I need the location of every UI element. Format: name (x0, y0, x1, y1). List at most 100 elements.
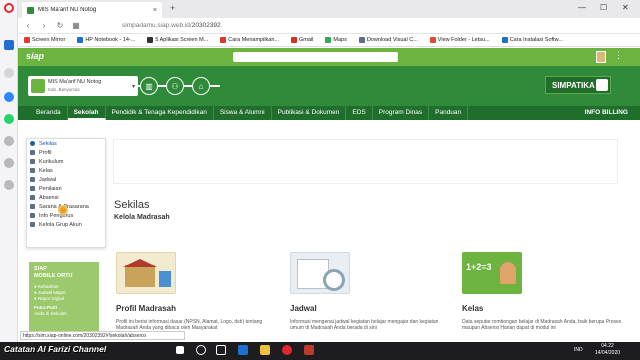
browser-tab[interactable]: MIS Ma'arif NU Notog × (22, 2, 162, 18)
dropdown-item[interactable]: Absensi (27, 193, 105, 202)
new-tab-icon[interactable]: + (170, 3, 175, 13)
dropdown-item-label: Kelas (39, 167, 53, 174)
close-window-icon[interactable]: ✕ (622, 3, 629, 12)
main-nav: Beranda Sekolah Pendidik & Tenaga Kependid… (18, 106, 640, 120)
reload-icon[interactable]: ↻ (56, 21, 64, 30)
simpatika-badge[interactable]: SIMPATIKA (545, 76, 611, 94)
dropdown-item-label: Info Pengurus (39, 212, 74, 219)
menu-item-icon (30, 186, 35, 191)
menu-item-icon (30, 222, 35, 227)
jadwal-card-title[interactable]: Jadwal (290, 304, 317, 313)
bookmark-item[interactable]: Cara Menampilkan... (220, 37, 279, 43)
language-indicator[interactable]: IND (574, 347, 583, 353)
bookmark-item[interactable]: Gmail (291, 37, 313, 43)
school-sub: Kab. Banyumas (48, 86, 80, 92)
bookmark-label: Cara Instalasi Softw... (509, 37, 563, 43)
nav-item[interactable]: Panduan (429, 106, 469, 120)
chart-icon[interactable]: ▥ (140, 77, 158, 95)
school-selector[interactable]: MIS Ma'arif NU Notog Kab. Banyumas ▾ (28, 76, 138, 96)
simpatika-label: SIMPATIKA (552, 80, 595, 90)
mobile-ortu-promo[interactable]: SIAP MOBILE ORTU ● Kehadiran ● Jadwal Map… (29, 262, 99, 332)
bookmark-item[interactable]: View Folder - Letsu... (429, 37, 490, 43)
jadwal-card-desc: Informasi mengenai jadwal kegiatan belaj… (290, 319, 439, 331)
nav-item[interactable]: EDS (346, 106, 373, 120)
bookmark-item[interactable]: Screen Mirror (24, 37, 65, 43)
chevron-down-icon: ▾ (131, 83, 135, 90)
bookmark-item[interactable]: Maps (325, 37, 347, 43)
whatsapp-icon[interactable] (4, 114, 14, 124)
school-icon (31, 79, 45, 93)
promo-item: ● Rapor Digital (34, 296, 99, 302)
history-icon[interactable] (4, 180, 14, 190)
grid-icon[interactable]: ▦ (72, 21, 80, 30)
profil-card-title[interactable]: Profil Madrasah (116, 304, 176, 313)
nav-item[interactable]: Beranda (30, 106, 68, 120)
jadwal-card-image[interactable] (290, 252, 350, 294)
bookmark-item[interactable]: 5 Aplikasi Screen M... (147, 37, 208, 43)
url-path: 20302392 (191, 22, 221, 29)
site-header: MIS Ma'arif NU Notog Kab. Banyumas ▾ ▥ ⚇… (18, 66, 640, 106)
dropdown-item[interactable]: Profil (27, 148, 105, 157)
dropdown-item[interactable]: Sekilas (27, 139, 105, 148)
app-taskbar-icon[interactable] (304, 345, 314, 355)
taskbar-clock[interactable]: 04.22 14/04/2020 (595, 343, 620, 357)
search-input[interactable] (233, 52, 398, 62)
bookmark-item[interactable]: Cara Instalasi Softw... (501, 37, 563, 43)
promo-list: ● Kehadiran ● Jadwal Mapel ● Rapor Digital (34, 284, 99, 302)
nav-item[interactable]: Program Dinas (373, 106, 430, 120)
add-icon[interactable] (4, 68, 14, 78)
forward-icon[interactable]: › (40, 21, 48, 30)
nav-item[interactable]: Publikasi & Dokumen (272, 106, 347, 120)
heart-icon[interactable] (4, 158, 14, 168)
windows-start-icon[interactable] (176, 346, 184, 354)
bookmark-favicon-icon (429, 37, 436, 43)
menu-item-icon (30, 204, 35, 209)
opera-taskbar-icon[interactable] (282, 345, 292, 355)
status-url-tooltip: https://sim.siap-online.com/20302392#!se… (20, 331, 185, 340)
avatar[interactable] (596, 51, 606, 63)
dropdown-item[interactable]: Penilaian (27, 184, 105, 193)
dropdown-item-label: Profil (39, 149, 52, 156)
info-billing-link[interactable]: INFO BILLING (585, 106, 628, 120)
siap-logo[interactable]: siap (26, 51, 44, 61)
section-title: Kelola Madrasah (114, 214, 170, 221)
nav-item[interactable]: Siswa & Alumni (214, 106, 272, 120)
back-icon[interactable]: ‹ (24, 21, 32, 30)
kelas-card-title[interactable]: Kelas (462, 304, 483, 313)
home-icon[interactable] (4, 40, 14, 50)
promo-item-label: Kehadiran (37, 284, 59, 289)
bookmark-favicon-icon (291, 37, 297, 43)
menu-icon[interactable]: ⋮ (614, 50, 623, 61)
nav-item[interactable]: Pendidik & Tenaga Kependidikan (106, 106, 214, 120)
file-explorer-icon[interactable] (260, 345, 270, 355)
task-view-icon[interactable] (216, 345, 226, 355)
nav-item[interactable]: Sekolah (67, 106, 106, 120)
url-field[interactable]: simpadamu.siap.web.id/20302392 (122, 22, 221, 29)
home-school-icon[interactable]: ⌂ (192, 77, 210, 95)
profil-card-image[interactable] (116, 252, 176, 294)
tab-favicon-icon (27, 6, 34, 14)
minimize-icon[interactable]: — (578, 3, 586, 12)
messenger-icon[interactable] (4, 92, 14, 102)
clock-icon[interactable] (4, 136, 14, 146)
promo-title-1: SIAP (34, 266, 47, 272)
dropdown-item[interactable]: Kurikulum (27, 157, 105, 166)
tab-close-icon[interactable]: × (153, 7, 157, 14)
bookmark-item[interactable]: Download Visual C... (358, 37, 418, 43)
cortana-icon[interactable] (196, 345, 206, 355)
simpatika-logo-icon (596, 79, 608, 91)
people-icon[interactable]: ⚇ (166, 77, 184, 95)
maximize-icon[interactable]: ☐ (600, 3, 607, 12)
tab-title: MIS Ma'arif NU Notog (38, 7, 97, 13)
dropdown-item[interactable]: Kelola Grup Akun (27, 220, 105, 229)
content-banner (113, 139, 618, 184)
dropdown-item[interactable]: Jadwal (27, 175, 105, 184)
dropdown-item[interactable]: Kelas (27, 166, 105, 175)
kelas-card-math: 1+2=3 (466, 262, 492, 272)
opera-logo-icon[interactable] (4, 3, 14, 13)
kelas-card-image[interactable]: 1+2=3 (462, 252, 522, 294)
profil-card-desc: Profil ini berisi informasi dasar (NPSN,… (116, 319, 263, 331)
edge-icon[interactable] (238, 345, 248, 355)
school-text: MIS Ma'arif NU Notog Kab. Banyumas (48, 79, 101, 94)
bookmark-item[interactable]: HP Notebook - 14-... (77, 37, 135, 43)
